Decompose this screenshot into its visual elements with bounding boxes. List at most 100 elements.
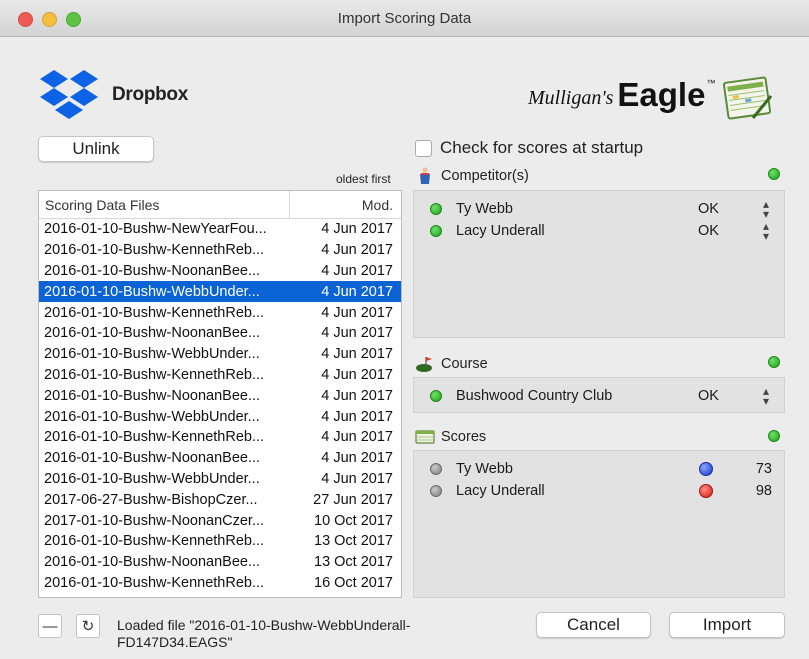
score-player-name: Ty Webb bbox=[456, 461, 513, 477]
startup-checkbox-label[interactable]: Check for scores at startup bbox=[440, 138, 643, 158]
column-header-modified[interactable]: Mod. bbox=[290, 197, 401, 213]
score-value: 98 bbox=[755, 483, 772, 499]
table-header: Scoring Data Files Mod. bbox=[39, 191, 401, 219]
file-name-cell: 2016-01-10-Bushw-KennethReb... bbox=[44, 429, 265, 446]
table-row[interactable]: 2016-01-10-Bushw-KennethReb... 13 Oct 201… bbox=[39, 531, 401, 552]
window-title: Import Scoring Data bbox=[337, 9, 472, 27]
refresh-icon: ↻ bbox=[81, 618, 95, 635]
file-name-cell: 2017-01-10-Bushw-NoonanCzer... bbox=[44, 512, 265, 529]
close-window-button[interactable] bbox=[18, 12, 33, 27]
table-row[interactable]: 2016-01-10-Bushw-KennethReb... 4 Jun 2017 bbox=[39, 427, 401, 448]
table-row[interactable]: 2016-01-10-Bushw-KennethReb... 4 Jun 2017 bbox=[39, 240, 401, 261]
competitors-panel: Ty Webb OK ▴ ▾ Lacy Underall OK ▴ ▾ bbox=[413, 190, 785, 338]
course-panel: Bushwood Country Club OK ▴ ▾ bbox=[413, 377, 785, 413]
file-modified-cell: 13 Oct 2017 bbox=[314, 533, 393, 550]
competitor-row[interactable]: Lacy Underall OK ▴ ▾ bbox=[414, 220, 784, 242]
scores-status-indicator bbox=[768, 430, 780, 442]
competitors-heading-label: Competitor(s) bbox=[441, 168, 529, 184]
startup-checkbox[interactable] bbox=[415, 139, 432, 157]
course-status-indicator bbox=[768, 356, 780, 368]
scores-heading: Scores bbox=[415, 428, 486, 446]
file-modified-cell: 4 Jun 2017 bbox=[321, 346, 393, 363]
file-name-cell: 2016-01-10-Bushw-WebbUnder... bbox=[44, 283, 260, 300]
table-row-selected[interactable]: 2016-01-10-Bushw-WebbUnder... 4 Jun 2017 bbox=[39, 281, 401, 303]
import-window: Import Scoring Data Dropbox Mulligan's E… bbox=[0, 0, 809, 659]
competitor-status: OK bbox=[698, 223, 719, 239]
title-bar[interactable]: Import Scoring Data bbox=[0, 0, 809, 37]
competitors-status-indicator bbox=[768, 168, 780, 180]
table-row[interactable]: 2017-06-27-Bushw-BishopCzer... 27 Jun 201… bbox=[39, 489, 401, 510]
scorecard-icon bbox=[723, 76, 773, 120]
file-name-cell: 2016-01-10-Bushw-NoonanBee... bbox=[44, 554, 261, 571]
score-status-indicator bbox=[430, 463, 442, 475]
score-row[interactable]: Lacy Underall 98 bbox=[414, 481, 784, 501]
file-modified-cell: 4 Jun 2017 bbox=[321, 325, 393, 342]
refresh-button[interactable]: ↻ bbox=[76, 614, 100, 638]
file-name-cell: 2016-01-10-Bushw-NoonanBee... bbox=[44, 262, 261, 279]
scores-panel: Ty Webb 73 Lacy Underall 98 bbox=[413, 450, 785, 598]
table-row[interactable]: 2016-01-10-Bushw-WebbUnder... 4 Jun 2017 bbox=[39, 469, 401, 490]
remove-file-button[interactable]: — bbox=[38, 614, 62, 638]
competitor-name: Lacy Underall bbox=[456, 223, 545, 239]
score-player-name: Lacy Underall bbox=[456, 483, 545, 499]
dropbox-wordmark: Dropbox bbox=[112, 84, 189, 105]
table-row[interactable]: 2016-01-10-Bushw-NewYearFou... 4 Jun 2017 bbox=[39, 219, 401, 240]
minimize-window-button[interactable] bbox=[42, 12, 57, 27]
file-name-cell: 2016-01-10-Bushw-KennethReb... bbox=[44, 242, 265, 259]
score-status-indicator bbox=[430, 485, 442, 497]
file-name-cell: 2016-01-10-Bushw-WebbUnder... bbox=[44, 470, 260, 487]
startup-check-row[interactable]: Check for scores at startup bbox=[415, 138, 643, 158]
file-modified-cell: 27 Jun 2017 bbox=[313, 491, 393, 508]
import-button[interactable]: Import bbox=[669, 612, 785, 638]
table-row[interactable]: 2016-01-10-Bushw-KennethReb... 16 Oct 201… bbox=[39, 573, 401, 594]
table-row[interactable]: 2016-01-10-Bushw-WebbUnder... 4 Jun 2017 bbox=[39, 344, 401, 365]
table-row[interactable]: 2016-01-10-Bushw-NoonanBee... 4 Jun 2017 bbox=[39, 385, 401, 406]
table-row[interactable]: 2016-01-10-Bushw-WebbUnder... 4 Jun 2017 bbox=[39, 406, 401, 427]
file-modified-cell: 4 Jun 2017 bbox=[321, 470, 393, 487]
table-row[interactable]: 2016-01-10-Bushw-NoonanBee... 4 Jun 2017 bbox=[39, 448, 401, 469]
zoom-window-button[interactable] bbox=[66, 12, 81, 27]
file-modified-cell: 4 Jun 2017 bbox=[321, 450, 393, 467]
score-row[interactable]: Ty Webb 73 bbox=[414, 459, 784, 479]
file-modified-cell: 4 Jun 2017 bbox=[321, 408, 393, 425]
sort-order-label[interactable]: oldest first bbox=[336, 172, 391, 186]
golf-ball-icon bbox=[699, 484, 713, 498]
table-row[interactable]: 2016-01-10-Bushw-NoonanBee... 13 Oct 2017 bbox=[39, 552, 401, 573]
file-modified-cell: 4 Jun 2017 bbox=[321, 387, 393, 404]
table-row[interactable]: 2016-01-10-Bushw-NoonanBee... 4 Jun 2017 bbox=[39, 323, 401, 344]
cancel-button[interactable]: Cancel bbox=[536, 612, 651, 638]
dropbox-logo-icon bbox=[40, 70, 98, 119]
competitor-ok-indicator bbox=[430, 203, 442, 215]
golf-green-icon bbox=[416, 357, 432, 372]
file-name-cell: 2016-01-10-Bushw-KennethReb... bbox=[44, 574, 265, 591]
file-name-cell: 2016-01-10-Bushw-KennethReb... bbox=[44, 304, 265, 321]
unlink-button[interactable]: Unlink bbox=[38, 136, 154, 162]
competitor-row[interactable]: Ty Webb OK ▴ ▾ bbox=[414, 198, 784, 220]
file-modified-cell: 4 Jun 2017 bbox=[321, 221, 393, 238]
course-row[interactable]: Bushwood Country Club OK ▴ ▾ bbox=[414, 385, 784, 407]
table-row[interactable]: 2016-01-10-Bushw-KennethReb... 4 Jun 2017 bbox=[39, 365, 401, 386]
table-row[interactable]: 2016-01-10-Bushw-NoonanBee... 4 Jun 2017 bbox=[39, 261, 401, 282]
competitor-stepper-icon[interactable]: ▴ ▾ bbox=[763, 198, 769, 220]
competitor-ok-indicator bbox=[430, 225, 442, 237]
scores-heading-label: Scores bbox=[441, 429, 487, 445]
course-status: OK bbox=[698, 388, 719, 404]
file-modified-cell: 4 Jun 2017 bbox=[321, 262, 393, 279]
file-modified-cell: 4 Jun 2017 bbox=[321, 366, 393, 383]
golfer-icon bbox=[420, 167, 430, 184]
file-name-cell: 2017-06-27-Bushw-BishopCzer... bbox=[44, 491, 258, 508]
table-row[interactable]: 2016-01-10-Bushw-KennethReb... 4 Jun 2017 bbox=[39, 302, 401, 323]
status-message: Loaded file "2016-01-10-Bushw-WebbUndera… bbox=[117, 617, 411, 650]
file-name-cell: 2016-01-10-Bushw-NoonanBee... bbox=[44, 325, 261, 342]
file-name-cell: 2016-01-10-Bushw-KennethReb... bbox=[44, 533, 265, 550]
file-name-cell: 2016-01-10-Bushw-NoonanBee... bbox=[44, 450, 261, 467]
file-name-cell: 2016-01-10-Bushw-KennethReb... bbox=[44, 366, 265, 383]
file-modified-cell: 4 Jun 2017 bbox=[321, 429, 393, 446]
table-row[interactable]: 2017-01-10-Bushw-NoonanCzer... 10 Oct 201… bbox=[39, 510, 401, 531]
scoring-files-table[interactable]: Scoring Data Files Mod. 2016-01-10-Bushw… bbox=[38, 190, 402, 598]
trademark-mark: ™ bbox=[706, 78, 716, 88]
competitor-name: Ty Webb bbox=[456, 201, 513, 217]
course-stepper-icon[interactable]: ▴ ▾ bbox=[763, 385, 769, 407]
competitor-stepper-icon[interactable]: ▴ ▾ bbox=[763, 220, 769, 242]
column-header-name[interactable]: Scoring Data Files bbox=[39, 191, 290, 218]
